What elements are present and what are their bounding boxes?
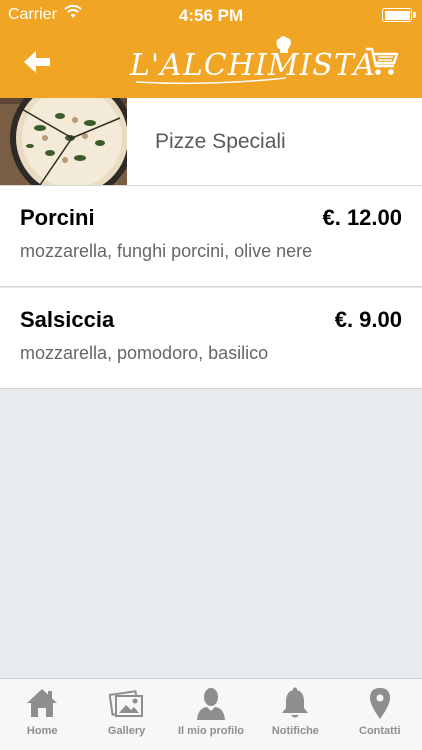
item-description: mozzarella, funghi porcini, olive nere	[20, 241, 313, 261]
tab-profile[interactable]: Il mio profilo	[169, 679, 253, 750]
tab-label: Home	[26, 725, 58, 737]
gallery-icon	[108, 690, 143, 717]
menu-item-salsiccia[interactable]: Salsiccia €. 9.00 mozzarella, pomodoro, …	[0, 288, 422, 389]
navigation-bar: L'ALCHIMISTA	[0, 30, 422, 98]
cart-icon	[366, 47, 399, 75]
tab-contacts[interactable]: Contatti	[338, 679, 422, 750]
tab-label: Il mio profilo	[177, 725, 244, 737]
item-price: €. 9.00	[334, 307, 402, 332]
home-icon	[27, 689, 58, 717]
tab-notifications[interactable]: Notifiche	[253, 679, 337, 750]
pizza-image	[0, 98, 127, 185]
back-arrow-icon	[24, 51, 50, 73]
tab-label: Contatti	[359, 725, 401, 737]
clock: 4:56 PM	[178, 6, 244, 25]
tab-gallery[interactable]: Gallery	[84, 679, 168, 750]
item-price: €. 12.00	[322, 205, 402, 230]
logo-text: L'ALCHIMISTA	[130, 48, 376, 83]
back-button[interactable]	[20, 46, 56, 78]
profile-icon	[196, 688, 225, 720]
tab-home[interactable]: Home	[0, 679, 84, 750]
header: Carrier 4:56 PM L'ALCHIMISTA	[0, 0, 422, 98]
status-bar: Carrier 4:56 PM	[0, 0, 422, 30]
app-logo: L'ALCHIMISTA	[130, 34, 376, 90]
tab-bar: Home Gallery Il mio profilo Notifiche Co…	[0, 678, 422, 750]
category-title: Pizze Speciali	[155, 130, 286, 153]
tab-label: Notifiche	[271, 725, 319, 737]
item-name: Salsiccia	[20, 307, 115, 332]
battery-icon	[382, 8, 416, 22]
category-header: Pizze Speciali	[0, 98, 422, 186]
location-pin-icon	[369, 688, 390, 719]
item-name: Porcini	[20, 205, 95, 230]
cart-button[interactable]	[364, 44, 400, 78]
tab-label: Gallery	[107, 725, 146, 737]
bell-icon	[282, 687, 309, 718]
item-description: mozzarella, pomodoro, basilico	[20, 343, 269, 363]
menu-item-porcini[interactable]: Porcini €. 12.00 mozzarella, funghi porc…	[0, 186, 422, 287]
